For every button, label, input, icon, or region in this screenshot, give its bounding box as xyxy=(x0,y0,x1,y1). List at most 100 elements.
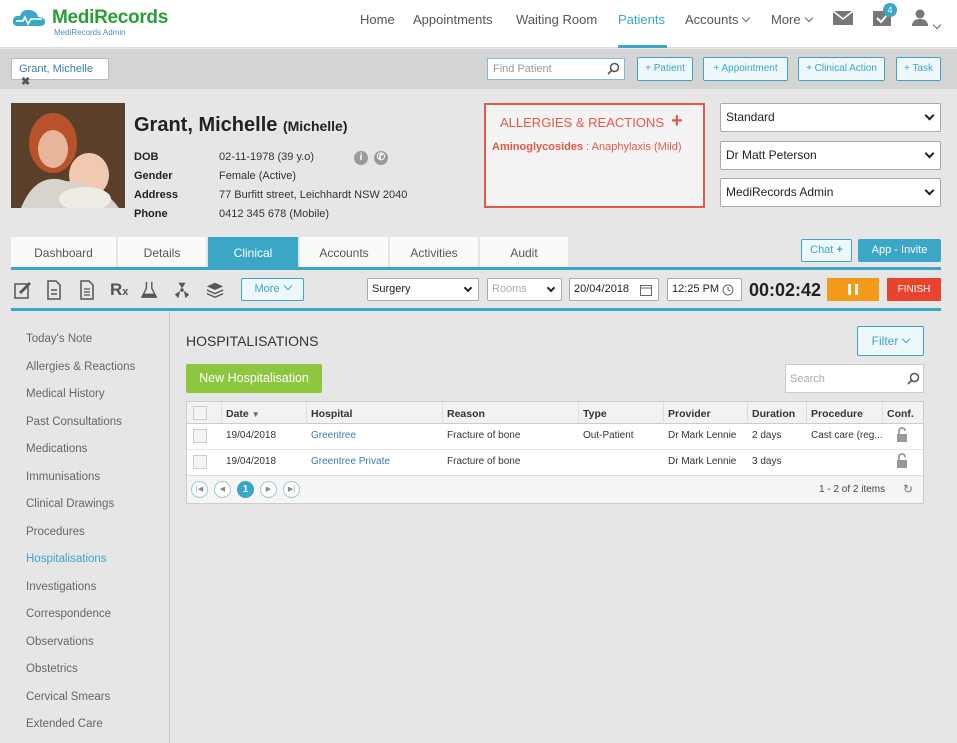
filter-button[interactable]: Filter xyxy=(857,326,924,356)
pause-button[interactable] xyxy=(827,278,879,301)
refresh-icon[interactable]: ↻ xyxy=(903,482,913,496)
sidebar-item-correspondence[interactable]: Correspondence xyxy=(26,608,111,620)
first-page-button[interactable]: |◀ xyxy=(191,481,208,498)
prev-page-button[interactable]: ◀ xyxy=(214,481,231,498)
phone-value: 0412 345 678 (Mobile) xyxy=(219,208,330,220)
sidebar-item-obstetrics[interactable]: Obstetrics xyxy=(26,663,78,675)
sms-icon[interactable]: ✆ xyxy=(374,151,388,165)
new-hospitalisation-button[interactable]: New Hospitalisation xyxy=(186,364,322,393)
nav-patients[interactable]: Patients xyxy=(618,12,665,27)
row-checkbox[interactable] xyxy=(193,455,207,469)
allergy-reaction: : Anaphylaxis (Mild) xyxy=(583,141,682,153)
row-provider: Dr Mark Lennie xyxy=(668,430,737,441)
row-reason: Fracture of bone xyxy=(447,456,521,467)
find-patient-input[interactable]: Find Patient xyxy=(487,58,625,80)
sidebar-item-extended-care[interactable]: Extended Care xyxy=(26,718,103,730)
row-hospital-link[interactable]: Greentree Private xyxy=(311,456,390,467)
next-page-button[interactable]: ▶ xyxy=(260,481,277,498)
sidebar-item-allergies-reactions[interactable]: Allergies & Reactions xyxy=(26,361,135,373)
brand-name[interactable]: MediRecords xyxy=(52,7,168,29)
current-page-button[interactable]: 1 xyxy=(237,481,254,498)
sidebar-item-today-s-note[interactable]: Today's Note xyxy=(26,333,92,345)
doctor-select[interactable]: Dr Matt Peterson xyxy=(720,141,941,170)
user-avatar-icon[interactable] xyxy=(912,9,928,26)
col-reason[interactable]: Reason xyxy=(447,401,485,424)
visit-type-value: Surgery xyxy=(372,283,411,295)
lock-icon[interactable] xyxy=(896,453,908,468)
billing-select[interactable]: Standard xyxy=(720,103,941,132)
sidebar-item-medical-history[interactable]: Medical History xyxy=(26,388,105,400)
row-checkbox[interactable] xyxy=(193,429,207,443)
nav-accounts[interactable]: Accounts xyxy=(685,12,751,27)
sidebar-item-hospitalisations[interactable]: Hospitalisations xyxy=(26,553,107,565)
col-procedure[interactable]: Procedure xyxy=(811,401,863,424)
radiology-icon[interactable] xyxy=(173,280,191,300)
nav-waiting-room[interactable]: Waiting Room xyxy=(516,12,597,27)
address-value: 77 Burfitt street, Leichhardt NSW 2040 xyxy=(219,189,408,201)
allergy-entry[interactable]: Aminoglycosides : Anaphylaxis (Mild) xyxy=(492,141,682,153)
more-button-label: More xyxy=(254,283,280,295)
last-page-button[interactable]: ▶| xyxy=(283,481,300,498)
sidebar-item-immunisations[interactable]: Immunisations xyxy=(26,471,100,483)
nav-more[interactable]: More xyxy=(771,12,813,27)
search-icon[interactable] xyxy=(607,62,620,75)
sidebar-item-observations[interactable]: Observations xyxy=(26,636,94,648)
open-patient-name: Grant, Michelle xyxy=(19,63,93,75)
table-search-input[interactable]: Search xyxy=(785,364,924,393)
app-invite-button[interactable]: App - Invite xyxy=(858,239,941,262)
pathology-flask-icon[interactable] xyxy=(141,280,159,300)
report-icon[interactable] xyxy=(78,280,96,300)
layers-icon[interactable] xyxy=(206,280,224,300)
rooms-select[interactable]: Rooms xyxy=(487,278,562,301)
sidebar-item-clinical-drawings[interactable]: Clinical Drawings xyxy=(26,498,114,510)
col-provider[interactable]: Provider xyxy=(668,401,711,424)
col-conf[interactable]: Conf. xyxy=(887,401,914,424)
document-icon[interactable] xyxy=(45,280,63,300)
tab-accounts[interactable]: Accounts xyxy=(300,237,388,268)
col-duration[interactable]: Duration xyxy=(752,401,795,424)
open-patient-chip[interactable]: Grant, Michelle ✖ xyxy=(11,58,109,88)
column-divider xyxy=(306,402,307,424)
close-icon[interactable]: ✖ xyxy=(21,76,30,88)
finish-button[interactable]: FINISH xyxy=(887,278,941,301)
mail-icon[interactable] xyxy=(833,11,853,25)
sidebar-item-procedures[interactable]: Procedures xyxy=(26,526,85,538)
row-hospital-link[interactable]: Greentree xyxy=(311,430,356,441)
more-button[interactable]: More xyxy=(241,278,304,301)
sidebar-item-investigations[interactable]: Investigations xyxy=(26,581,96,593)
sidebar-item-medications[interactable]: Medications xyxy=(26,443,87,455)
add-patient-button[interactable]: + Patient xyxy=(637,57,693,81)
tab-dashboard[interactable]: Dashboard xyxy=(11,237,116,268)
chevron-down-icon xyxy=(924,185,935,196)
info-icon[interactable]: i xyxy=(354,151,368,165)
tab-audit[interactable]: Audit xyxy=(480,237,568,268)
lock-icon[interactable] xyxy=(896,427,908,442)
col-hospital[interactable]: Hospital xyxy=(311,401,352,424)
phone-label: Phone xyxy=(134,208,168,220)
location-select[interactable]: MediRecords Admin xyxy=(720,178,941,207)
col-type[interactable]: Type xyxy=(583,401,607,424)
sidebar-item-past-consultations[interactable]: Past Consultations xyxy=(26,416,122,428)
chevron-down-icon xyxy=(463,283,473,293)
prescription-icon[interactable]: Rx xyxy=(110,280,128,300)
add-allergy-icon[interactable]: + xyxy=(671,110,683,133)
billing-select-value: Standard xyxy=(726,110,775,124)
col-date[interactable]: Date ▼ xyxy=(226,401,260,424)
tab-details[interactable]: Details xyxy=(118,237,206,268)
calendar-icon[interactable] xyxy=(640,284,652,296)
add-task-button[interactable]: + Task xyxy=(896,57,941,81)
search-icon[interactable] xyxy=(907,372,920,385)
select-all-checkbox[interactable] xyxy=(193,406,207,420)
chat-button[interactable]: Chat + xyxy=(801,239,852,262)
nav-home[interactable]: Home xyxy=(360,12,395,27)
visit-type-select[interactable]: Surgery xyxy=(367,278,479,301)
brand-subtitle: MediRecords Admin xyxy=(54,28,126,37)
tab-clinical[interactable]: Clinical xyxy=(208,237,298,268)
nav-appointments[interactable]: Appointments xyxy=(413,12,493,27)
add-clinical-action-button[interactable]: + Clinical Action xyxy=(798,57,885,81)
clock-icon[interactable] xyxy=(722,284,734,296)
add-appointment-button[interactable]: + Appointment xyxy=(703,57,788,81)
note-icon[interactable] xyxy=(14,280,32,300)
sidebar-item-cervical-smears[interactable]: Cervical Smears xyxy=(26,691,110,703)
tab-activities[interactable]: Activities xyxy=(390,237,478,268)
